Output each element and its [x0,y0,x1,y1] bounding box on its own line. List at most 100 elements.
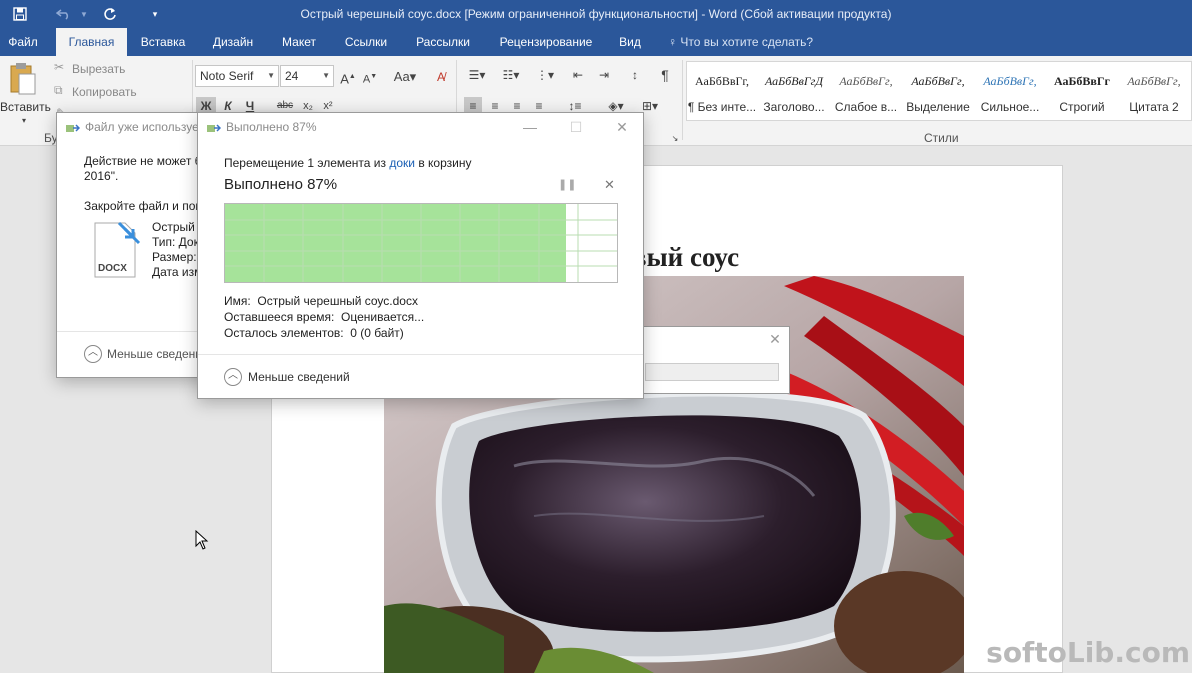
progress-grid [225,204,617,282]
change-case-icon[interactable]: Aa▾ [390,68,420,86]
message-text: Действие не может б [84,154,202,168]
dialog-title: Файл уже использует [85,120,204,134]
hidden-progress-bar [645,363,779,381]
minimize-icon[interactable]: — [516,115,544,139]
tab-insert[interactable]: Вставка [134,28,192,56]
pause-icon[interactable]: ❚❚ [558,178,576,191]
style-sample: АаБбВвГг, [911,74,965,88]
grow-font-icon[interactable]: A▲ [340,68,356,86]
items-label: Осталось элементов: [224,326,344,340]
tab-references[interactable]: Ссылки [336,28,396,56]
close-icon[interactable]: ✕ [761,327,789,351]
operation-description: Перемещение 1 элемента из доки в корзину [224,156,471,170]
show-marks-icon[interactable]: ¶ [656,66,674,84]
copy-icon: ⧉ [54,83,63,97]
chevron-down-icon: ▼ [267,71,275,80]
multilevel-list-icon[interactable]: ⋮▾ [530,66,560,84]
items-row: Осталось элементов: 0 (0 байт) [224,326,404,340]
tab-home[interactable]: Главная [56,28,127,56]
message-text: Закройте файл и пов [84,199,202,213]
lightbulb-icon: ♀ [668,35,677,49]
time-value: Оценивается... [341,310,425,324]
dialog-title: Выполнено 87% [226,120,317,134]
font-size-value: 24 [285,69,299,83]
font-name-combo[interactable]: Noto Serif ▼ [195,65,279,87]
tell-me-search[interactable]: ♀ Что вы хотите сделать? [668,35,813,49]
cancel-icon[interactable]: ✕ [604,177,615,193]
docx-badge: DOCX [98,263,127,274]
tab-layout[interactable]: Макет [274,28,324,56]
style-name: Строгий [1059,100,1105,114]
file-move-icon [207,124,221,132]
items-value: 0 (0 байт) [350,326,404,340]
style-name: Заголово... [763,100,825,114]
tab-review[interactable]: Рецензирование [490,28,602,56]
cut-label: Вырезать [72,62,126,76]
style-intense-emphasis[interactable]: АаБбВвГг, Сильное... [975,62,1045,120]
close-icon[interactable]: ✕ [608,115,636,139]
chevron-up-icon[interactable]: ︿ [84,345,102,363]
tab-view[interactable]: Вид [612,28,648,56]
scissors-icon: ✂ [54,60,65,74]
style-strong[interactable]: АаБбВвГг Строгий [1047,62,1117,120]
tab-design[interactable]: Дизайн [204,28,262,56]
style-name: Выделение [906,100,970,114]
paste-button[interactable]: Вставить ▾ [0,60,51,130]
file-size: Размер: [152,250,197,264]
style-quote-2[interactable]: АаБбВвГг, Цитата 2 [1119,62,1189,120]
docx-file-icon: DOCX [93,219,143,279]
window-title: Острый черешный соус.docx [Режим огранич… [300,7,892,21]
copy-button[interactable]: ⧉ Копировать [54,83,144,101]
style-sample: АаБбВвГг, [839,74,893,88]
ribbon-tabs: Файл Главная Вставка Дизайн Макет Ссылки… [0,28,1192,56]
style-name: ¶ Без инте... [687,100,757,114]
style-sample: АаБбВвГгД [765,74,823,88]
tell-me-text: Что вы хотите сделать? [680,35,813,49]
style-heading[interactable]: АаБбВвГгД Заголово... [759,62,829,120]
styles-group-label: Стили [924,131,959,145]
styles-gallery: АаБбВвГг, ¶ Без инте... АаБбВвГгД Заголо… [686,61,1192,121]
increase-indent-icon[interactable]: ⇥ [594,66,614,84]
maximize-icon: ☐ [569,119,583,135]
copy-label: Копировать [72,85,137,99]
style-emphasis[interactable]: АаБбВвГг, Выделение [903,62,973,120]
style-subtle-emphasis[interactable]: АаБбВвГг, Слабое в... [831,62,901,120]
font-name-value: Noto Serif [200,69,254,83]
style-normal[interactable]: АаБбВвГг, ¶ Без инте... [687,62,757,120]
font-size-combo[interactable]: 24 ▼ [280,65,334,87]
file-type: Тип: Док [152,235,199,249]
operation-prefix: Перемещение 1 элемента из [224,156,386,170]
style-name: Цитата 2 [1129,100,1179,114]
cut-button[interactable]: ✂ Вырезать [54,60,144,78]
clear-formatting-icon[interactable]: A̸ [432,68,450,86]
source-folder-link[interactable]: доки [389,156,415,170]
shrink-font-icon[interactable]: A▼ [362,68,378,86]
sort-icon[interactable]: ↕ [626,66,644,84]
less-details-button[interactable]: Меньше сведени [107,347,202,361]
chevron-down-icon: ▼ [322,71,330,80]
name-value: Острый черешный соус.docx [257,294,418,308]
hidden-dialog: ✕ [640,326,790,394]
operation-suffix: в корзину [418,156,472,170]
style-sample: АаБбВвГг, [983,74,1037,88]
time-row: Оставшееся время: Оценивается... [224,310,424,324]
name-label: Имя: [224,294,251,308]
title-bar: ▼ ▾ Острый черешный соус.docx [Режим огр… [0,0,1192,28]
watermark: softoLib.com [986,636,1190,669]
style-name: Сильное... [980,100,1040,114]
progress-status: Выполнено 87% [224,176,338,193]
numbering-icon[interactable]: ☷▾ [496,66,526,84]
style-sample: АаБбВвГг, [694,74,749,88]
style-sample: АаБбВвГг, [1127,74,1181,88]
less-details-button[interactable]: Меньше сведений [248,370,350,384]
tab-mailings[interactable]: Рассылки [408,28,478,56]
time-label: Оставшееся время: [224,310,335,324]
paste-dropdown-icon[interactable]: ▾ [0,112,48,130]
bullets-icon[interactable]: ☰▾ [462,66,492,84]
tab-file[interactable]: Файл [0,28,46,56]
mouse-cursor-icon [195,530,209,550]
decrease-indent-icon[interactable]: ⇤ [568,66,588,84]
style-name: Слабое в... [834,100,898,114]
file-name: Острый [152,220,195,234]
chevron-up-icon[interactable]: ︿ [224,368,242,386]
